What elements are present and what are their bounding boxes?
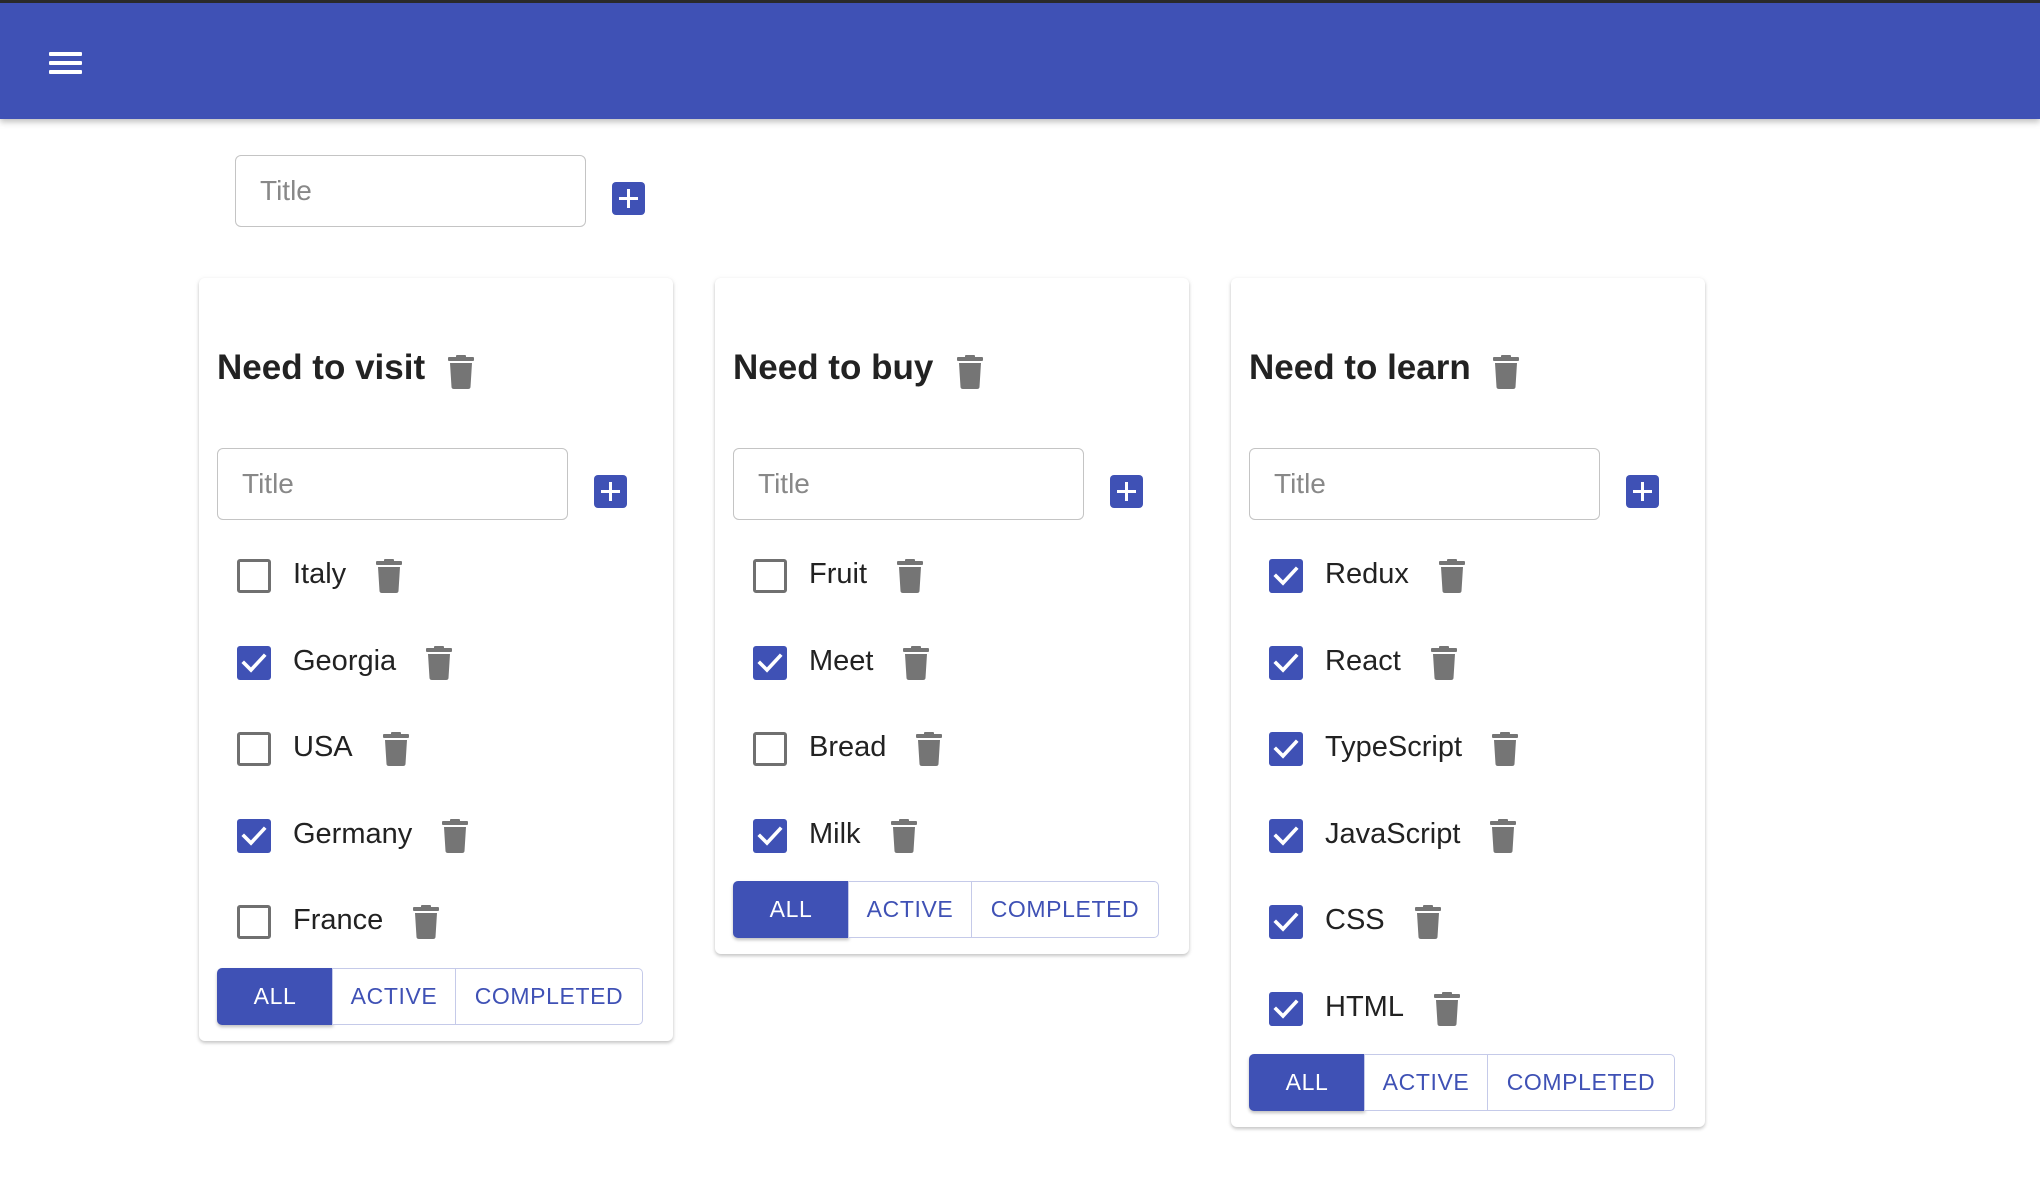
task-label: Bread (809, 731, 887, 763)
checkbox-unchecked[interactable] (753, 559, 787, 593)
checkbox-checked[interactable] (1269, 645, 1303, 680)
delete-task-trash-icon[interactable] (376, 559, 403, 593)
checkbox-checked[interactable] (1269, 732, 1303, 766)
task-item: Germany (237, 814, 657, 858)
delete-list-trash-icon[interactable] (957, 355, 983, 389)
task-item: React (1269, 641, 1689, 685)
list-title: Need to learn (1249, 348, 1471, 387)
task-item: France (237, 900, 657, 944)
filter-button-group: ALL ACTIVE COMPLETED (1249, 1054, 1675, 1111)
task-item: USA (237, 727, 657, 771)
checkbox-checked[interactable] (237, 818, 271, 853)
new-list-title-input[interactable] (235, 155, 586, 227)
filter-active-button[interactable]: ACTIVE (1364, 1054, 1488, 1111)
filter-completed-button[interactable]: COMPLETED (971, 881, 1159, 938)
filter-completed-button[interactable]: COMPLETED (1487, 1054, 1675, 1111)
delete-task-trash-icon[interactable] (426, 645, 453, 680)
delete-task-trash-icon[interactable] (1438, 559, 1465, 593)
task-item: JavaScript (1269, 814, 1689, 858)
filter-all-button[interactable]: ALL (1249, 1054, 1365, 1111)
filter-button-group: ALL ACTIVE COMPLETED (733, 881, 1159, 938)
checkbox-unchecked[interactable] (753, 732, 787, 766)
task-label: France (293, 904, 384, 936)
delete-task-trash-icon[interactable] (413, 905, 440, 939)
checkbox-checked[interactable] (753, 818, 787, 853)
delete-task-trash-icon[interactable] (890, 818, 917, 853)
delete-task-trash-icon[interactable] (382, 732, 409, 766)
filter-active-button[interactable]: ACTIVE (848, 881, 972, 938)
todolist-card-need-to-visit: Need to visit Italy Georgia USA Germany Fran… (199, 278, 673, 1041)
task-item: Georgia (237, 641, 657, 685)
checkbox-checked[interactable] (1269, 818, 1303, 853)
checkbox-checked[interactable] (1269, 559, 1303, 593)
task-item: Bread (753, 727, 1173, 771)
menu-icon[interactable] (44, 45, 86, 81)
delete-task-trash-icon[interactable] (897, 559, 923, 593)
task-label: Milk (809, 817, 861, 850)
filter-completed-button[interactable]: COMPLETED (455, 968, 643, 1025)
task-item: Fruit (753, 554, 1173, 598)
task-label: Meet (809, 644, 874, 677)
task-label: Georgia (293, 644, 397, 677)
task-item: CSS (1269, 900, 1689, 944)
delete-task-trash-icon[interactable] (903, 645, 930, 680)
checkbox-checked[interactable] (1269, 991, 1303, 1026)
delete-list-trash-icon[interactable] (1493, 355, 1519, 389)
add-task-button[interactable] (1626, 475, 1659, 508)
delete-task-trash-icon[interactable] (1490, 818, 1517, 853)
task-label: Fruit (809, 558, 867, 590)
filter-active-button[interactable]: ACTIVE (332, 968, 456, 1025)
delete-task-trash-icon[interactable] (916, 732, 943, 766)
checkbox-checked[interactable] (1269, 905, 1303, 939)
app-bar (0, 0, 2040, 119)
task-label: HTML (1325, 990, 1404, 1023)
new-task-title-input[interactable] (1249, 448, 1600, 520)
task-item: HTML (1269, 987, 1689, 1031)
task-label: USA (293, 731, 353, 763)
todolist-card-need-to-learn: Need to learn Redux React TypeScript JavaSc… (1231, 278, 1705, 1127)
task-label: TypeScript (1325, 731, 1462, 763)
filter-all-button[interactable]: ALL (733, 881, 849, 938)
todolist-card-need-to-buy: Need to buy Fruit Meet Bread Milk ALL ACTIV… (715, 278, 1189, 954)
filter-button-group: ALL ACTIVE COMPLETED (217, 968, 643, 1025)
new-task-title-input[interactable] (733, 448, 1084, 520)
add-list-button[interactable] (612, 182, 645, 215)
task-label: Redux (1325, 558, 1409, 590)
task-label: Italy (293, 558, 347, 590)
task-item: Milk (753, 814, 1173, 858)
list-title: Need to buy (733, 348, 934, 387)
task-item: TypeScript (1269, 727, 1689, 771)
delete-list-trash-icon[interactable] (448, 355, 474, 389)
delete-task-trash-icon[interactable] (1414, 905, 1441, 939)
task-label: React (1325, 644, 1401, 677)
add-task-button[interactable] (1110, 475, 1143, 508)
checkbox-checked[interactable] (753, 645, 787, 680)
delete-task-trash-icon[interactable] (1430, 645, 1457, 680)
checkbox-unchecked[interactable] (237, 905, 271, 939)
task-label: CSS (1325, 904, 1385, 936)
checkbox-unchecked[interactable] (237, 732, 271, 766)
list-title: Need to visit (217, 348, 426, 387)
task-item: Redux (1269, 554, 1689, 598)
task-item: Italy (237, 554, 657, 598)
delete-task-trash-icon[interactable] (1491, 732, 1518, 766)
add-task-button[interactable] (594, 475, 627, 508)
delete-task-trash-icon[interactable] (442, 818, 469, 853)
task-item: Meet (753, 641, 1173, 685)
checkbox-checked[interactable] (237, 645, 271, 680)
task-label: JavaScript (1325, 817, 1461, 850)
new-task-title-input[interactable] (217, 448, 568, 520)
task-label: Germany (293, 817, 413, 850)
delete-task-trash-icon[interactable] (1433, 991, 1460, 1026)
checkbox-unchecked[interactable] (237, 559, 271, 593)
filter-all-button[interactable]: ALL (217, 968, 333, 1025)
